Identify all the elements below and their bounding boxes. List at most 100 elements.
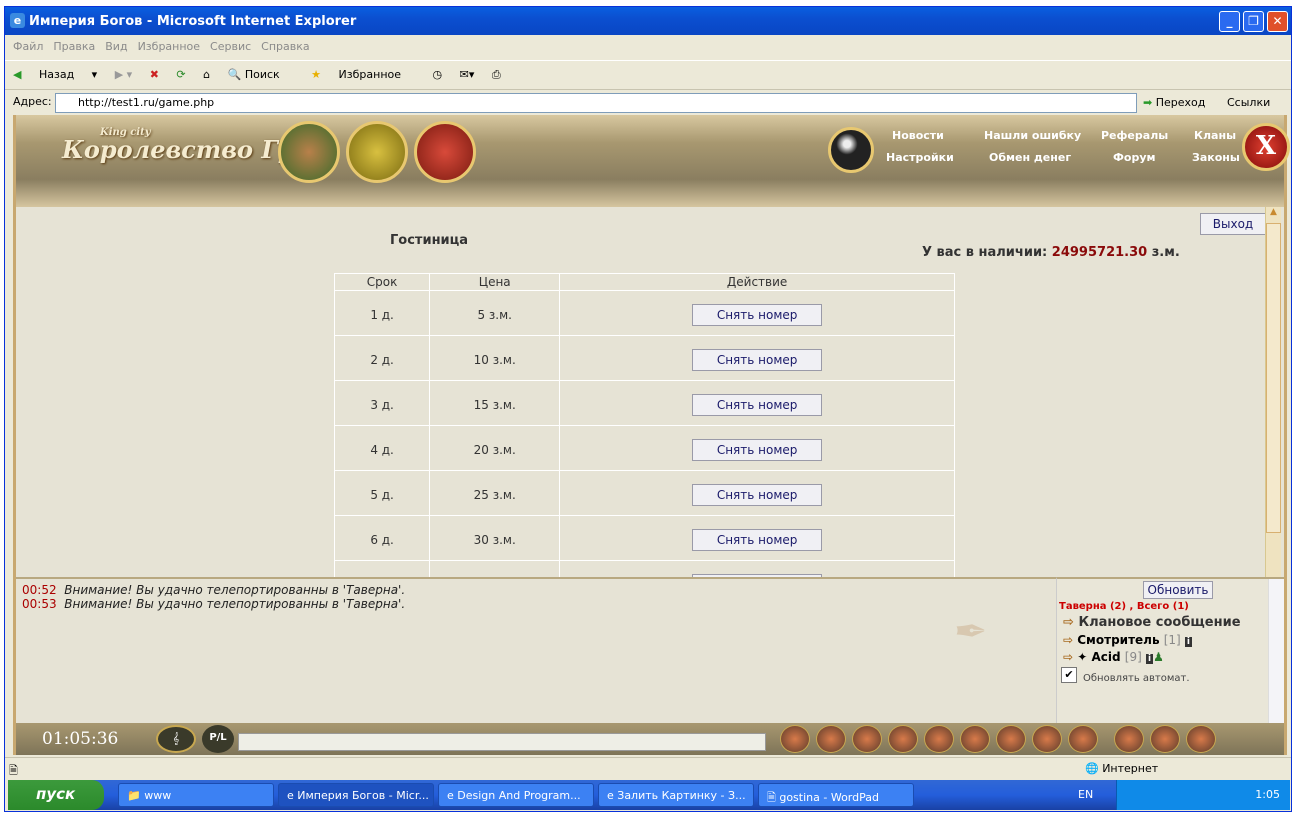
col-action: Действие — [559, 273, 955, 291]
arrows-icon[interactable] — [924, 725, 954, 753]
moon-icon[interactable] — [828, 127, 874, 173]
magic-icon[interactable] — [1186, 725, 1216, 753]
search-button[interactable]: 🔍 Поиск — [228, 68, 294, 81]
flag-icon[interactable] — [1150, 725, 1180, 753]
scroll-icon[interactable] — [780, 725, 810, 753]
content-scrollbar[interactable]: ▲ — [1265, 207, 1281, 577]
balance: У вас в наличии: 24995721.30 з.м. — [922, 245, 1180, 260]
forward-button[interactable]: ▶ ▾ — [115, 68, 132, 81]
info-icon[interactable]: i — [1145, 654, 1154, 664]
nav-referrals[interactable]: Рефералы — [1101, 129, 1168, 142]
user-item[interactable]: ⇨ ✦ Acid [9] i ♟ — [1063, 650, 1164, 664]
hand-icon[interactable] — [1114, 725, 1144, 753]
online-users-panel: Обновить Таверна (2) , Всего (1) ⇨ Клано… — [1056, 577, 1284, 723]
address-input[interactable]: http://test1.ru/game.php — [55, 93, 1137, 113]
swords-icon[interactable] — [414, 121, 476, 183]
refresh-button[interactable]: Обновить — [1143, 581, 1213, 599]
chat-message: 00:53 Внимание! Вы удачно телепортирован… — [22, 597, 406, 611]
menu-tools[interactable]: Сервис — [210, 40, 251, 53]
exit-button[interactable]: Выход — [1200, 213, 1266, 235]
history-icon[interactable]: ◷ — [433, 68, 443, 81]
address-label: Адрес: — [13, 95, 52, 108]
nav-news[interactable]: Новости — [892, 129, 944, 142]
favorites-button[interactable]: ★ Избранное — [311, 68, 415, 81]
language-indicator[interactable]: EN — [1078, 788, 1093, 801]
eraser-icon[interactable] — [816, 725, 846, 753]
stop-icon[interactable]: ✖ — [150, 68, 159, 81]
nav-forum[interactable]: Форум — [1113, 151, 1156, 164]
game-bottom-bar: 01:05:36 𝄞 P/L — [16, 723, 1284, 755]
rent-room-button[interactable]: Снять номер — [692, 304, 823, 326]
action-cell: Снять номер — [559, 470, 955, 516]
rent-room-button[interactable]: Снять номер — [692, 529, 823, 551]
price-cell: 10 з.м. — [429, 335, 561, 381]
system-tray: 1:05 — [1116, 780, 1290, 810]
taskbar: пуск 📁 www e Империя Богов - Micr... e D… — [8, 780, 1290, 810]
refresh-icon[interactable]: ⟳ — [176, 68, 185, 81]
nav-laws[interactable]: Законы — [1192, 151, 1240, 164]
links-button[interactable]: Ссылки — [1227, 96, 1270, 109]
person-icon: ♟ — [1153, 650, 1164, 664]
user-item[interactable]: ⇨ Смотритель [1] i — [1063, 633, 1193, 647]
alert-icon[interactable] — [960, 725, 990, 753]
rent-room-button[interactable]: Снять номер — [692, 349, 823, 371]
menu-file[interactable]: Файл — [13, 40, 43, 53]
ie-window: e Империя Богов - Microsoft Internet Exp… — [4, 6, 1292, 812]
task-upload[interactable]: e Залить Картинку - З... — [598, 783, 754, 807]
action-cell: Снять номер — [559, 335, 955, 381]
chat-message: 00:52 Внимание! Вы удачно телепортирован… — [22, 583, 406, 597]
menu-view[interactable]: Вид — [105, 40, 127, 53]
window-title: Империя Богов - Microsoft Internet Explo… — [29, 14, 357, 29]
back-button[interactable]: ◀ Назад ▾ — [13, 68, 97, 81]
task-ie[interactable]: e Империя Богов - Micr... — [278, 783, 434, 807]
tools-icon[interactable] — [996, 725, 1026, 753]
price-cell — [429, 560, 561, 577]
menu-favorites[interactable]: Избранное — [138, 40, 200, 53]
menu-edit[interactable]: Правка — [53, 40, 95, 53]
nav-exchange[interactable]: Обмен денег — [989, 151, 1071, 164]
toolbar: ◀ Назад ▾ ▶ ▾ ✖ ⟳ ⌂ 🔍 Поиск ★ Избранное … — [5, 60, 1291, 90]
home-icon[interactable]: ⌂ — [203, 68, 210, 81]
term-cell: 6 д. — [333, 515, 431, 561]
nav-bug[interactable]: Нашли ошибку — [984, 129, 1081, 142]
task-design[interactable]: e Design And Program... — [438, 783, 594, 807]
term-cell: 5 д. — [333, 470, 431, 516]
task-www[interactable]: 📁 www — [118, 783, 274, 807]
back-icon: ◀ — [13, 68, 25, 81]
start-button[interactable]: пуск — [8, 780, 104, 810]
minimize-button[interactable]: _ — [1219, 11, 1240, 32]
price-cell: 25 з.м. — [429, 470, 561, 516]
maximize-button[interactable]: ❐ — [1243, 11, 1264, 32]
info-icon[interactable]: i — [1184, 637, 1193, 647]
users-scrollbar[interactable] — [1268, 579, 1284, 723]
rent-room-button[interactable]: Снять номер — [692, 394, 823, 416]
nav-clans[interactable]: Кланы — [1194, 129, 1236, 142]
print-icon[interactable]: ⎙ — [492, 68, 501, 81]
close-button[interactable]: ✕ — [1267, 11, 1288, 32]
action-cell: Снять номер — [559, 560, 955, 577]
task-wordpad[interactable]: 🗎 gostina - WordPad — [758, 783, 914, 807]
term-cell — [333, 560, 431, 577]
go-button[interactable]: ➡ Переход — [1143, 96, 1205, 109]
bag-icon[interactable] — [278, 121, 340, 183]
term-cell: 2 д. — [333, 335, 431, 381]
handshake-icon[interactable] — [1068, 725, 1098, 753]
mail-icon[interactable]: ✉▾ — [460, 68, 475, 81]
auto-refresh-checkbox[interactable]: ✔ — [1061, 667, 1077, 683]
page-icon: 🗎 — [9, 764, 18, 777]
rent-room-button[interactable]: Снять номер — [692, 439, 823, 461]
quill-icon: ✒ — [954, 609, 988, 655]
clan-message[interactable]: ⇨ Клановое сообщение — [1063, 615, 1241, 630]
chat-input[interactable] — [238, 733, 766, 751]
rent-room-button[interactable]: Снять номер — [692, 484, 823, 506]
book-icon[interactable] — [346, 121, 408, 183]
table-row: 1 д. 5 з.м. Снять номер — [333, 290, 955, 336]
pl-button[interactable]: P/L — [202, 725, 234, 753]
nav-settings[interactable]: Настройки — [886, 151, 954, 164]
music-icon[interactable]: 𝄞 — [156, 725, 196, 753]
menu-help[interactable]: Справка — [261, 40, 309, 53]
speech-icon[interactable] — [888, 725, 918, 753]
wings-icon[interactable] — [1032, 725, 1062, 753]
close-game-icon[interactable]: X — [1242, 123, 1290, 171]
smile-icon[interactable] — [852, 725, 882, 753]
